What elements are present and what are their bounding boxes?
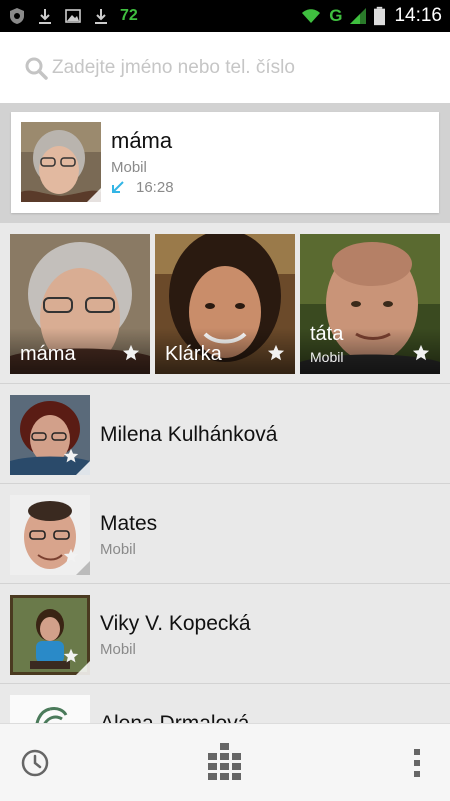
dialpad-button[interactable] <box>190 724 260 801</box>
favorite-name: máma <box>20 343 76 365</box>
network-type: G <box>329 6 343 25</box>
star-icon <box>63 648 79 663</box>
list-item[interactable]: Viky V. Kopecká Mobil <box>0 583 450 684</box>
list-item[interactable]: Mates Mobil <box>0 483 450 584</box>
favorite-name: Klárka <box>165 343 222 365</box>
download-icon <box>39 9 51 24</box>
star-icon[interactable] <box>267 344 285 362</box>
contact-name: Milena Kulhánková <box>100 423 278 446</box>
search-icon[interactable] <box>24 56 48 80</box>
download-icon <box>95 9 107 24</box>
contact-name: Mates <box>100 512 158 535</box>
history-icon <box>21 749 49 776</box>
clock: 14:16 <box>394 5 442 26</box>
contact-number-type: Mobil <box>100 641 136 658</box>
battery-percent: 72 <box>120 7 138 24</box>
contact-number-type: Mobil <box>100 541 136 558</box>
signal-icon <box>350 8 367 24</box>
contact-list[interactable]: Milena Kulhánková Mates Mobil Viky V. Ko… <box>0 383 450 723</box>
contact-photo[interactable] <box>10 695 90 723</box>
image-icon <box>65 9 81 23</box>
search-bar <box>0 32 450 103</box>
bottom-action-bar <box>0 723 450 801</box>
overflow-menu-button[interactable] <box>392 724 442 801</box>
favorites-grid: máma Klárka táta Mobil <box>0 223 450 383</box>
overflow-menu-icon <box>414 748 420 777</box>
status-bar: 72 G 14:16 <box>0 0 450 32</box>
history-button[interactable] <box>0 724 70 801</box>
favorite-tile[interactable]: táta Mobil <box>300 234 440 374</box>
recent-calls-section: máma Mobil 16:28 <box>0 103 450 223</box>
shield-icon <box>10 8 24 24</box>
contact-name: Viky V. Kopecká <box>100 612 251 635</box>
list-item[interactable]: Alena Drmalová <box>0 683 450 723</box>
star-icon[interactable] <box>122 344 140 362</box>
recent-contact-name: máma <box>111 128 173 153</box>
list-item[interactable]: Milena Kulhánková <box>0 383 450 484</box>
recent-call-card[interactable]: máma Mobil 16:28 <box>11 112 439 213</box>
recent-call-time: 16:28 <box>136 179 174 196</box>
star-icon[interactable] <box>412 344 430 362</box>
favorite-tile[interactable]: Klárka <box>155 234 295 374</box>
incoming-call-icon <box>112 181 124 193</box>
recent-number-type: Mobil <box>111 159 147 176</box>
contact-photo[interactable] <box>21 122 101 202</box>
star-icon <box>63 448 79 463</box>
contact-name: Alena Drmalová <box>100 712 249 723</box>
battery-icon <box>374 6 386 26</box>
favorite-number-type: Mobil <box>310 349 344 365</box>
dialpad-icon <box>208 742 241 780</box>
wifi-icon <box>302 9 321 23</box>
star-icon <box>63 548 79 563</box>
favorite-tile[interactable]: máma <box>10 234 150 374</box>
search-input[interactable] <box>52 54 422 82</box>
favorite-name: táta <box>310 323 344 345</box>
